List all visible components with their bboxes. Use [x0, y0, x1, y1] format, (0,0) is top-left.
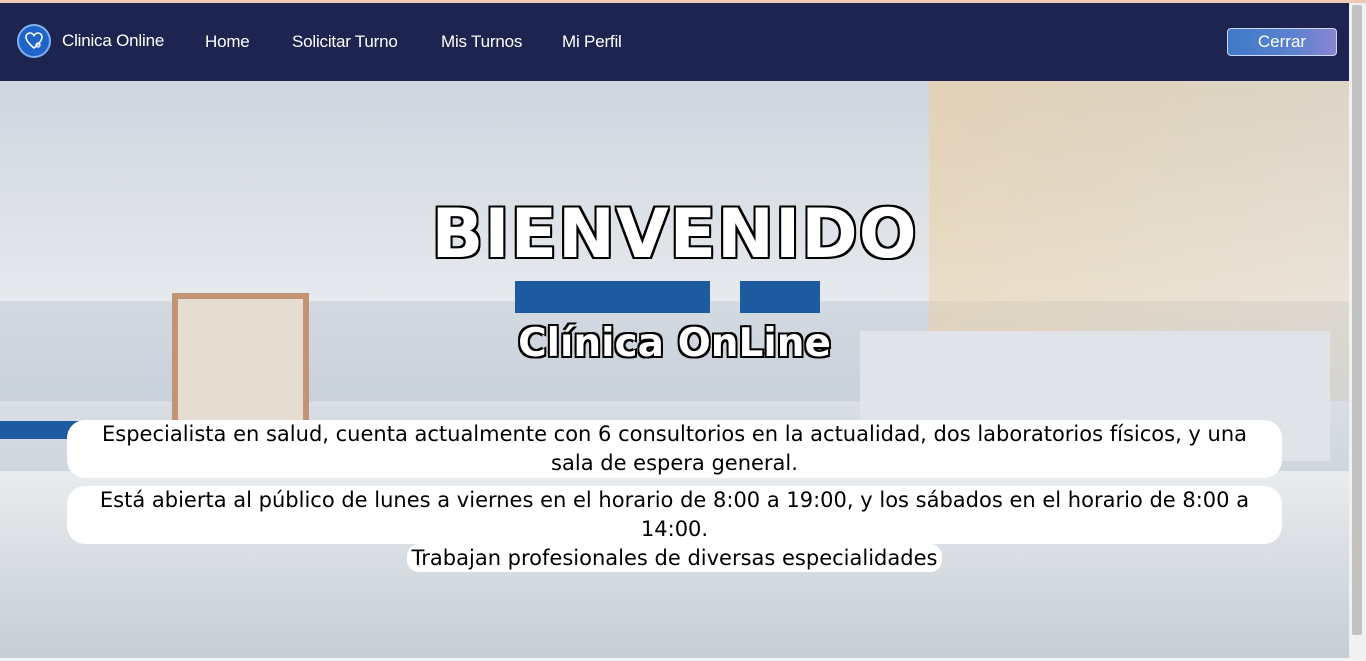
navbar: Clinica Online Home Solicitar Turno Mis …: [0, 3, 1349, 81]
welcome-heading: BIENVENIDO: [431, 195, 918, 274]
hero-background-band: [740, 281, 820, 313]
page-scrollbar-thumb[interactable]: [1352, 5, 1362, 635]
hero-section: BIENVENIDO Clínica OnLine Especialista e…: [0, 81, 1349, 658]
nav-mi-perfil[interactable]: Mi Perfil: [562, 32, 622, 52]
nav-mis-turnos[interactable]: Mis Turnos: [441, 32, 522, 52]
logout-button[interactable]: Cerrar: [1227, 28, 1337, 56]
nav-solicitar-turno[interactable]: Solicitar Turno: [292, 32, 398, 52]
stethoscope-heart-icon[interactable]: [17, 24, 51, 58]
info-paragraph-facilities: Especialista en salud, cuenta actualment…: [67, 420, 1282, 478]
nav-home[interactable]: Home: [205, 32, 250, 52]
info-paragraph-professionals: Trabajan profesionales de diversas espec…: [407, 544, 942, 572]
brand-link[interactable]: Clinica Online: [62, 31, 164, 51]
info-paragraph-hours: Está abierta al público de lunes a viern…: [67, 486, 1282, 544]
clinic-subtitle: Clínica OnLine: [518, 321, 831, 366]
hero-background-band: [515, 281, 710, 313]
